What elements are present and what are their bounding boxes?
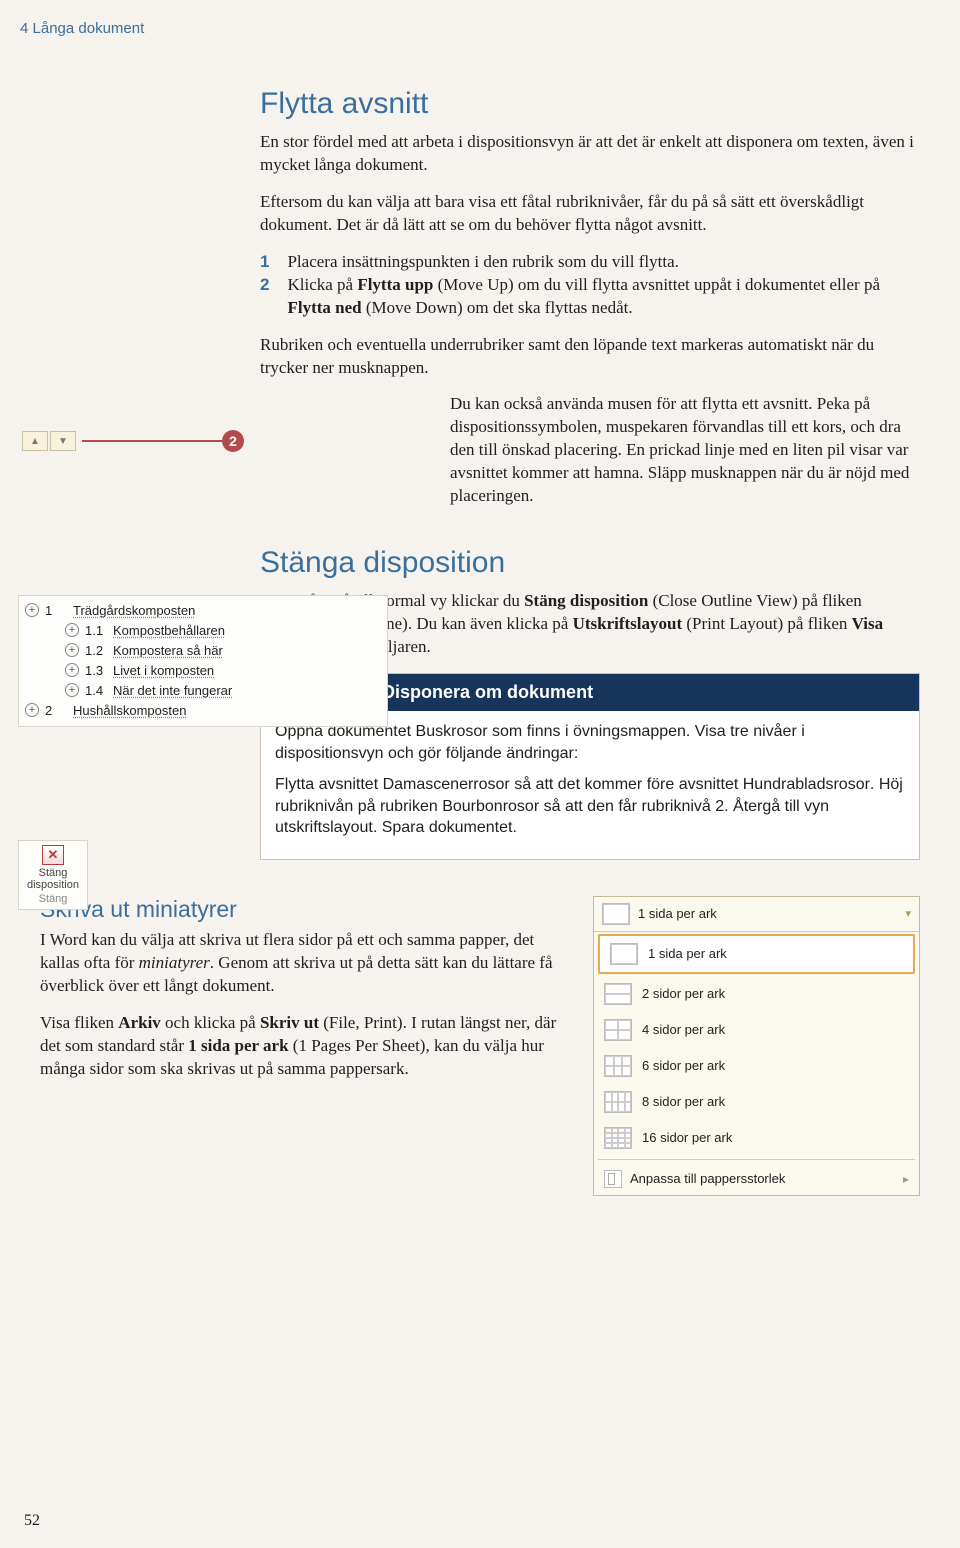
para: Eftersom du kan välja att bara visa ett … (260, 191, 920, 237)
close-outline-button[interactable]: ✕ Stäng disposition Stäng (18, 840, 88, 910)
outline-item[interactable]: +1.4När det inte fungerar (25, 680, 381, 700)
page-number: 52 (24, 1512, 40, 1530)
pages-per-sheet-dropdown[interactable]: 1 sida per ark ▾ (594, 897, 919, 932)
pages-per-sheet-option[interactable]: 4 sidor per ark (594, 1012, 919, 1048)
fit-to-paper-size[interactable]: Anpassa till pappersstorlek ▸ (594, 1163, 919, 1195)
close-label: disposition (23, 879, 83, 891)
chevron-down-icon: ▾ (905, 907, 911, 920)
para: En stor fördel med att arbeta i disposit… (260, 131, 920, 177)
option-label: 6 sidor per ark (642, 1058, 725, 1073)
exercise-text: Öppna dokumentet Buskrosor som finns i ö… (275, 721, 905, 764)
option-label: 4 sidor per ark (642, 1022, 725, 1037)
outline-label: Livet i komposten (113, 663, 214, 678)
grid-icon (604, 1055, 632, 1077)
grid-icon (604, 983, 632, 1005)
step-text: Placera insättningspunkten i den rubrik … (287, 251, 920, 274)
outline-panel: +1Trädgårdskomposten+1.1Kompostbehållare… (18, 595, 388, 727)
pages-per-sheet-option[interactable]: 1 sida per ark (598, 934, 915, 974)
grid-icon (604, 1091, 632, 1113)
para: Visa fliken Arkiv och klicka på Skriv ut… (40, 1012, 575, 1081)
pages-per-sheet-panel: 1 sida per ark ▾ 1 sida per ark 2 sidor p… (593, 896, 920, 1196)
close-group-label: Stäng (23, 893, 83, 905)
outline-item[interactable]: +1.1Kompostbehållaren (25, 620, 381, 640)
pages-per-sheet-option[interactable]: 2 sidor per ark (594, 976, 919, 1012)
callout-badge: 2 (222, 430, 244, 452)
pages-per-sheet-option[interactable]: 16 sidor per ark (594, 1120, 919, 1156)
heading-stanga-disposition: Stänga disposition (260, 546, 920, 580)
dropdown-value: 1 sida per ark (638, 906, 717, 921)
heading-skriva-ut-miniatyrer: Skriva ut miniatyrer (40, 896, 575, 923)
page-header: 4 Långa dokument (20, 20, 920, 37)
expand-icon[interactable]: + (25, 703, 39, 717)
outline-item[interactable]: +1.3Livet i komposten (25, 660, 381, 680)
close-label: Stäng (23, 867, 83, 879)
step-num: 2 (260, 274, 287, 320)
close-icon: ✕ (42, 845, 64, 865)
step-text: Klicka på Flytta upp (Move Up) om du vil… (287, 274, 920, 320)
numbered-list: 1 Placera insättningspunkten i den rubri… (260, 251, 920, 320)
callout-move-arrows: ▲ ▼ 2 (22, 430, 244, 452)
pages-per-sheet-option[interactable]: 6 sidor per ark (594, 1048, 919, 1084)
outline-label: Trädgårdskomposten (73, 603, 195, 618)
outline-number: 1.3 (85, 663, 113, 678)
outline-number: 1.2 (85, 643, 113, 658)
option-label: 1 sida per ark (648, 946, 727, 961)
expand-icon[interactable]: + (65, 683, 79, 697)
move-down-icon[interactable]: ▼ (50, 431, 76, 451)
expand-icon[interactable]: + (65, 663, 79, 677)
move-up-icon[interactable]: ▲ (22, 431, 48, 451)
grid-icon (604, 1127, 632, 1149)
fit-icon (604, 1170, 622, 1188)
outline-number: 1.1 (85, 623, 113, 638)
outline-label: Kompostbehållaren (113, 623, 225, 638)
para: I Word kan du välja att skriva ut flera … (40, 929, 575, 998)
heading-flytta-avsnitt: Flytta avsnitt (260, 87, 920, 121)
page-icon (602, 903, 630, 925)
para: Du kan också använda musen för att flytt… (450, 393, 920, 508)
expand-icon[interactable]: + (65, 643, 79, 657)
outline-label: När det inte fungerar (113, 683, 232, 698)
outline-item[interactable]: +1.2Kompostera så här (25, 640, 381, 660)
option-label: 8 sidor per ark (642, 1094, 725, 1109)
expand-icon[interactable]: + (25, 603, 39, 617)
outline-number: 1.4 (85, 683, 113, 698)
exercise-text: Flytta avsnittet Damascenerrosor så att … (275, 774, 905, 839)
outline-label: Hushållskomposten (73, 703, 186, 718)
outline-label: Kompostera så här (113, 643, 223, 658)
outline-number: 2 (45, 703, 73, 718)
outline-item[interactable]: +1Trädgårdskomposten (25, 600, 381, 620)
option-label: 16 sidor per ark (642, 1130, 732, 1145)
chevron-right-icon: ▸ (903, 1172, 909, 1186)
pages-per-sheet-option[interactable]: 8 sidor per ark (594, 1084, 919, 1120)
outline-number: 1 (45, 603, 73, 618)
outline-item[interactable]: +2Hushållskomposten (25, 700, 381, 720)
grid-icon (610, 943, 638, 965)
grid-icon (604, 1019, 632, 1041)
expand-icon[interactable]: + (65, 623, 79, 637)
fit-label: Anpassa till pappersstorlek (630, 1171, 785, 1186)
option-label: 2 sidor per ark (642, 986, 725, 1001)
para: Rubriken och eventuella underrubriker sa… (260, 334, 920, 380)
step-num: 1 (260, 251, 287, 274)
